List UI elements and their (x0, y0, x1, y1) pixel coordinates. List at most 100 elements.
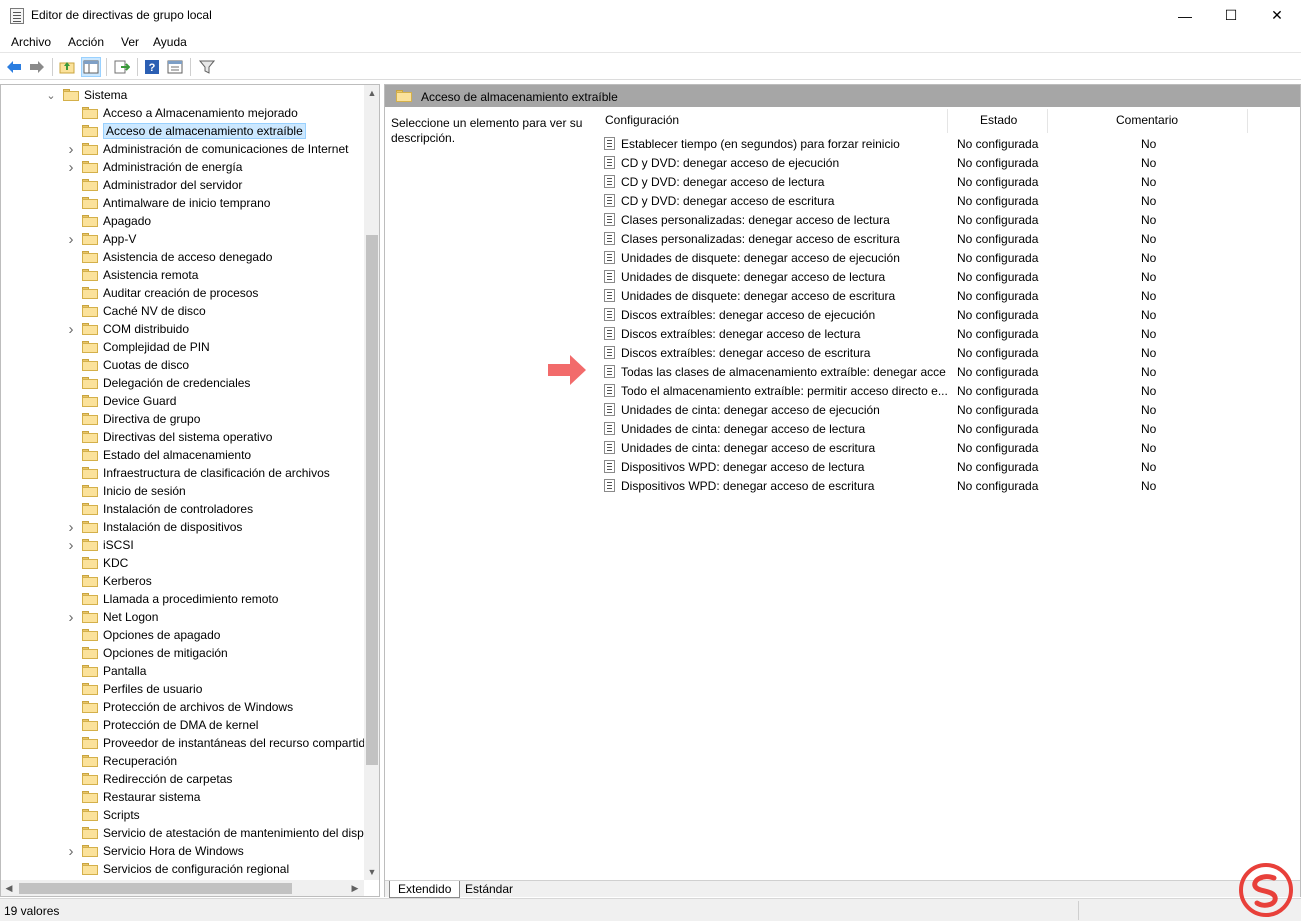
tree-item[interactable]: Scripts (1, 806, 363, 824)
export-list-icon[interactable] (112, 57, 132, 77)
table-row[interactable]: Clases personalizadas: denegar acceso de… (604, 210, 1264, 229)
scroll-thumb[interactable] (366, 235, 378, 765)
tree-item[interactable]: Auditar creación de procesos (1, 284, 363, 302)
tree-item[interactable]: › COM distribuido (1, 320, 363, 338)
tree-item[interactable]: Servicios de configuración regional (1, 860, 363, 878)
table-row[interactable]: Discos extraíbles: denegar acceso de esc… (604, 343, 1264, 362)
tree-item[interactable]: Complejidad de PIN (1, 338, 363, 356)
tree-item[interactable]: Restaurar sistema (1, 788, 363, 806)
menu-ver[interactable]: Ver (121, 35, 139, 49)
tree-item[interactable]: Acceso de almacenamiento extraíble (1, 122, 363, 140)
tree-item[interactable]: Recuperación (1, 752, 363, 770)
table-row[interactable]: CD y DVD: denegar acceso de ejecución No … (604, 153, 1264, 172)
menu-archivo[interactable]: Archivo (11, 35, 51, 49)
minimize-button[interactable]: — (1162, 0, 1208, 31)
tree-item[interactable]: › Instalación de dispositivos (1, 518, 363, 536)
tree-item[interactable]: Opciones de mitigación (1, 644, 363, 662)
table-row[interactable]: Discos extraíbles: denegar acceso de lec… (604, 324, 1264, 343)
chevron-right-icon[interactable]: › (65, 518, 77, 536)
table-row[interactable]: Unidades de disquete: denegar acceso de … (604, 267, 1264, 286)
up-folder-icon[interactable] (57, 57, 77, 77)
menu-accion[interactable]: Acción (68, 35, 104, 49)
tree-item[interactable]: Apagado (1, 212, 363, 230)
tree-pane[interactable]: ⌄ Sistema Acceso a Almacenamiento mejora… (0, 84, 380, 897)
tab-extendido[interactable]: Extendido (389, 881, 461, 898)
tree-item[interactable]: Servicio de atestación de mantenimiento … (1, 824, 364, 842)
tree-item[interactable]: Protección de archivos de Windows (1, 698, 363, 716)
table-row[interactable]: Establecer tiempo (en segundos) para for… (604, 134, 1264, 153)
table-row[interactable]: Dispositivos WPD: denegar acceso de lect… (604, 457, 1264, 476)
tree-item[interactable]: Administrador del servidor (1, 176, 363, 194)
chevron-right-icon[interactable]: › (65, 608, 77, 626)
tree-item[interactable]: Estado del almacenamiento (1, 446, 363, 464)
maximize-button[interactable]: ☐ (1208, 0, 1254, 31)
show-hide-tree-icon[interactable] (81, 57, 101, 77)
table-row[interactable]: Unidades de cinta: denegar acceso de lec… (604, 419, 1264, 438)
column-header-comentario[interactable]: Comentario (1116, 113, 1178, 135)
close-button[interactable]: ✕ (1254, 0, 1300, 31)
tree-item[interactable]: Perfiles de usuario (1, 680, 363, 698)
tab-estandar[interactable]: Estándar (457, 881, 521, 898)
table-row[interactable]: Unidades de cinta: denegar acceso de esc… (604, 438, 1264, 457)
scroll-down-icon[interactable]: ▼ (364, 864, 379, 880)
tree-item[interactable]: Directivas del sistema operativo (1, 428, 363, 446)
tree-item[interactable]: Redirección de carpetas (1, 770, 363, 788)
table-row[interactable]: Dispositivos WPD: denegar acceso de escr… (604, 476, 1264, 495)
tree-item[interactable]: › Administración de comunicaciones de Int… (1, 140, 363, 158)
tree-item[interactable]: KDC (1, 554, 363, 572)
tree-item[interactable]: Llamada a procedimiento remoto (1, 590, 363, 608)
tree-item[interactable]: Directiva de grupo (1, 410, 363, 428)
tree-item[interactable]: Opciones de apagado (1, 626, 363, 644)
scroll-thumb-horizontal[interactable] (19, 883, 292, 894)
column-header-configuracion[interactable]: Configuración (605, 113, 679, 135)
tree-item[interactable]: › Administración de energía (1, 158, 363, 176)
tree-item[interactable]: Kerberos (1, 572, 363, 590)
scroll-right-icon[interactable]: ▶ (347, 880, 363, 896)
tree-item[interactable]: › App-V (1, 230, 363, 248)
back-arrow-icon[interactable] (4, 57, 24, 77)
tree-item[interactable]: Protección de DMA de kernel (1, 716, 363, 734)
tree-item[interactable]: Caché NV de disco (1, 302, 363, 320)
chevron-right-icon[interactable]: › (65, 158, 77, 176)
scroll-left-icon[interactable]: ◀ (1, 880, 17, 896)
forward-arrow-icon[interactable] (27, 57, 47, 77)
filter-icon[interactable] (197, 57, 217, 77)
chevron-right-icon[interactable]: › (65, 536, 77, 554)
tree-item[interactable]: Pantalla (1, 662, 363, 680)
tree-item[interactable]: › Servicio Hora de Windows (1, 842, 363, 860)
tree-item[interactable]: Cuotas de disco (1, 356, 363, 374)
chevron-right-icon[interactable]: › (65, 140, 77, 158)
tree-item[interactable]: Inicio de sesión (1, 482, 363, 500)
chevron-right-icon[interactable]: › (65, 842, 77, 860)
tree-item[interactable]: › Net Logon (1, 608, 363, 626)
tree-item[interactable]: Antimalware de inicio temprano (1, 194, 363, 212)
table-row[interactable]: Unidades de disquete: denegar acceso de … (604, 248, 1264, 267)
tree-item[interactable]: Asistencia de acceso denegado (1, 248, 363, 266)
scroll-up-icon[interactable]: ▲ (364, 85, 379, 101)
tree-root-sistema[interactable]: ⌄ Sistema (1, 86, 361, 104)
chevron-right-icon[interactable]: › (65, 230, 77, 248)
tree-item[interactable]: Infraestructura de clasificación de arch… (1, 464, 363, 482)
tree-item[interactable]: Asistencia remota (1, 266, 363, 284)
column-header-estado[interactable]: Estado (980, 113, 1017, 135)
menu-ayuda[interactable]: Ayuda (153, 35, 187, 49)
table-row[interactable]: Unidades de disquete: denegar acceso de … (604, 286, 1264, 305)
help-icon[interactable]: ? (142, 57, 162, 77)
table-row[interactable]: CD y DVD: denegar acceso de lectura No co… (604, 172, 1264, 191)
tree-item[interactable]: › iSCSI (1, 536, 363, 554)
tree-item[interactable]: Proveedor de instantáneas del recurso co… (1, 734, 365, 752)
table-row[interactable]: CD y DVD: denegar acceso de escritura No … (604, 191, 1264, 210)
tree-item[interactable]: Device Guard (1, 392, 363, 410)
table-row[interactable]: Todas las clases de almacenamiento extra… (604, 362, 1264, 381)
table-row[interactable]: Unidades de cinta: denegar acceso de eje… (604, 400, 1264, 419)
tree-vertical-scrollbar[interactable]: ▲ ▼ (364, 85, 379, 880)
tree-item[interactable]: Acceso a Almacenamiento mejorado (1, 104, 363, 122)
table-row[interactable]: Clases personalizadas: denegar acceso de… (604, 229, 1264, 248)
table-row[interactable]: Discos extraíbles: denegar acceso de eje… (604, 305, 1264, 324)
chevron-down-icon[interactable]: ⌄ (45, 86, 57, 104)
tree-item[interactable]: Delegación de credenciales (1, 374, 363, 392)
tree-horizontal-scrollbar[interactable]: ◀ ▶ (1, 880, 364, 896)
properties-icon[interactable] (165, 57, 185, 77)
chevron-right-icon[interactable]: › (65, 320, 77, 338)
table-row[interactable]: Todo el almacenamiento extraíble: permit… (604, 381, 1264, 400)
